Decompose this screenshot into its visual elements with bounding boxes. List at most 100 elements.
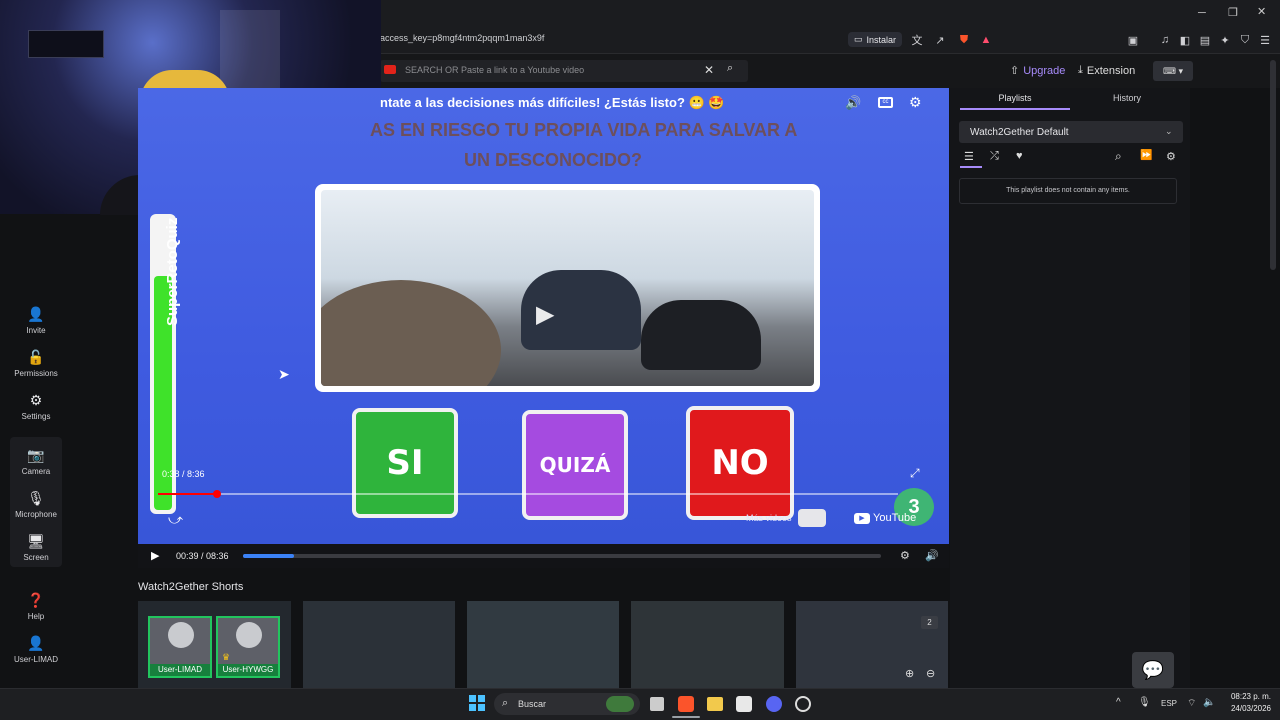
url-text[interactable]: access_key=p8mgf4ntm2pqqm1man3x9f [380,33,544,43]
menu-icon[interactable]: ☰ [1258,33,1272,47]
clear-icon[interactable]: ✕ [704,63,714,77]
mouse-cursor-icon: ➤ [278,366,290,382]
playlist-settings-icon[interactable]: ⚙ [1166,150,1176,163]
player-progress-track[interactable] [243,554,881,558]
search-input[interactable]: SEARCH OR Paste a link to a Youtube vide… [405,65,584,75]
next-icon[interactable]: ⏩ [1140,150,1152,161]
user-name-label: User-LIMAD [150,664,210,676]
captions-icon[interactable]: cc [878,97,893,108]
more-videos-thumb[interactable] [798,509,826,527]
zoom-in-icon[interactable]: ⊕ [905,667,914,680]
sidebar-toggle-icon[interactable]: ◧ [1178,33,1192,47]
inner-progress-track[interactable] [158,490,898,498]
language-selector[interactable]: ⌨ ▾ [1153,61,1193,81]
play-icon[interactable]: ▶ [151,549,159,562]
youtube-play-icon: ▶ [854,512,870,524]
monitor-icon: ▭ [854,34,863,44]
install-button[interactable]: ▭ Instalar [848,32,903,47]
more-videos-label[interactable]: Más videos [746,513,792,523]
brave-app-icon[interactable] [678,696,694,712]
inner-progress-knob[interactable] [213,490,222,498]
wallet-icon[interactable]: ▤ [1198,33,1212,47]
sidebar-item-user[interactable]: 👤 User-LIMAD [0,635,72,664]
help-icon: ❓ [27,592,45,608]
tab-playlists[interactable]: Playlists [960,93,1070,103]
keyboard-icon: ⌨ ▾ [1162,65,1183,76]
sidebar-item-permissions[interactable]: 🔓 Permissions [0,349,72,378]
vpn-icon[interactable]: ⛉ [1238,33,1252,47]
player-settings-icon[interactable]: ⚙ [900,549,910,562]
brave-shield-icon[interactable]: ⛊ [957,33,971,47]
avatar [236,622,262,648]
tray-chevron-icon[interactable]: ^ [1116,697,1121,708]
speaker-icon[interactable]: 🔈 [1203,697,1215,708]
heart-icon[interactable]: ♥ [1016,150,1023,162]
scrollbar[interactable] [1270,60,1276,270]
volume-icon[interactable]: 🔊 [845,95,861,111]
person-right [641,300,761,370]
windows-start-icon[interactable] [469,695,485,711]
short-thumb-4[interactable] [631,601,784,688]
language-indicator[interactable]: ESP [1161,699,1177,708]
playlist-select[interactable]: Watch2Gether Default ⌄ [959,121,1183,143]
player-progress-fill [243,554,295,558]
user-tile-1[interactable]: User-LIMAD [148,616,212,678]
store-icon[interactable] [736,696,752,712]
answer-si-button[interactable]: SI [352,408,458,518]
discord-icon[interactable] [766,696,782,712]
microphone-icon: 🎙 [27,490,45,506]
task-view-icon[interactable] [650,697,664,711]
clock-date[interactable]: 24/03/2026 [1225,704,1271,713]
sidebar-item-microphone[interactable]: 🎙 Microphone [0,490,72,519]
extension-button[interactable]: ⤓ Extension [1078,64,1135,77]
list-icon[interactable]: ☰ [964,150,974,163]
monitor-icon: 🖥 [27,533,45,549]
playlist-search-icon[interactable]: ⌕ [1115,149,1122,164]
sidebar-item-screen[interactable]: 🖥 Screen [0,533,72,562]
download-icon: ⤓ [1078,64,1083,76]
user-tile-2[interactable]: ♛ User-HYWGG [216,616,280,678]
upgrade-button[interactable]: ⇧ Upgrade [1010,64,1065,78]
file-explorer-icon[interactable] [707,697,723,711]
extensions-icon[interactable]: ✦ [1218,33,1232,47]
tray-microphone-icon[interactable]: 🎙 [1138,697,1151,708]
share-icon[interactable]: ↗ [933,33,947,47]
youtube-logo[interactable]: ▶ YouTube [854,512,916,524]
app-icon[interactable] [795,696,811,712]
avatar [168,622,194,648]
search-icon[interactable]: ⌕ [727,62,733,75]
rewards-icon[interactable]: ▲ [979,33,993,47]
video-player[interactable]: ntate a las decisiones más difíciles! ¿E… [138,88,949,544]
close-window-icon[interactable]: ✕ [1257,5,1266,18]
share-icon[interactable]: ⤻ [168,511,183,528]
unlock-icon: 🔓 [27,349,45,365]
tab-icon[interactable]: ▣ [1126,33,1140,47]
translate-icon[interactable]: 文 [910,33,924,47]
zoom-out-icon[interactable]: ⊖ [926,667,935,680]
sidebar-item-invite[interactable]: 👤 Invite [0,306,72,335]
gear-icon: ⚙ [29,392,43,408]
short-thumb-2[interactable] [303,601,455,688]
crown-icon: ♛ [222,652,231,662]
music-icon[interactable]: ♫ [1158,33,1172,47]
shuffle-icon[interactable]: ⤮ [990,150,999,163]
wifi-icon[interactable]: ⌔ [1187,697,1196,710]
sidebar-item-help[interactable]: ❓ Help [0,592,72,621]
answer-no-button[interactable]: NO [686,406,794,520]
sidebar-item-settings[interactable]: ⚙ Settings [0,392,72,421]
user-name-label: User-HYWGG [218,664,278,676]
fullscreen-icon[interactable]: ⤢ [910,466,920,481]
clock-time[interactable]: 08:23 p. m. [1225,692,1271,701]
minimize-icon[interactable]: ─ [1198,7,1206,19]
play-overlay-icon[interactable]: ▶ [536,300,554,329]
inner-progress-fill [158,493,218,495]
taskbar-search[interactable]: ⌕ Buscar [494,693,640,715]
settings-icon[interactable]: ⚙ [909,94,922,111]
sidebar-item-camera[interactable]: 📷 Camera [0,447,72,476]
short-thumb-3[interactable] [467,601,619,688]
answer-quiza-button[interactable]: QUIZÁ [522,410,628,520]
maximize-icon[interactable]: ❐ [1228,6,1238,19]
player-volume-icon[interactable]: 🔊 [925,549,939,562]
chat-icon[interactable]: 💬 [1132,652,1174,688]
tab-history[interactable]: History [1072,93,1182,103]
